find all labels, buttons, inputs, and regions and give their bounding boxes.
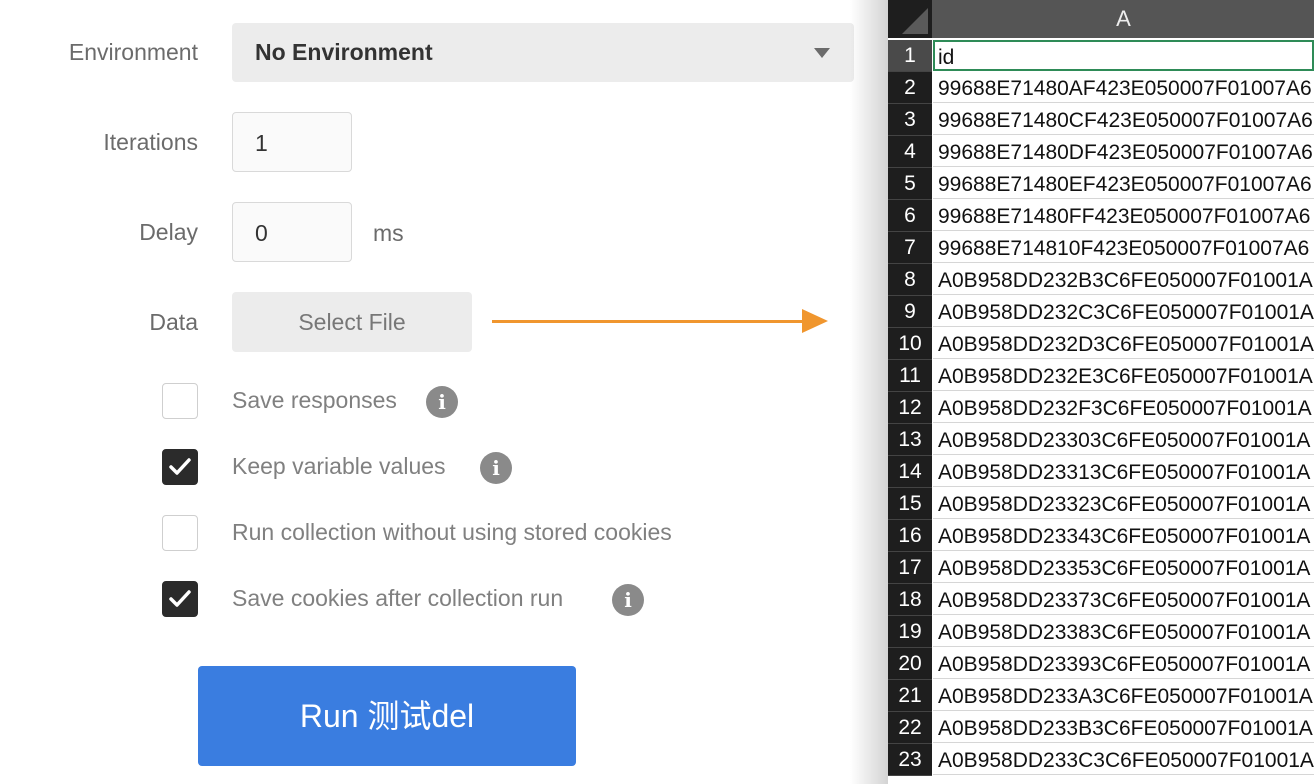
- row-number[interactable]: 16: [888, 520, 932, 552]
- sheet-cell[interactable]: A0B958DD23393C6FE050007F01001A: [933, 648, 1314, 679]
- arrow-right-icon: [802, 309, 828, 333]
- row-number[interactable]: 17: [888, 552, 932, 584]
- option-label: Keep variable values: [232, 453, 446, 479]
- sheet-cell[interactable]: 99688E71480FF423E050007F01007A6: [933, 200, 1314, 231]
- checkmark-icon: [169, 590, 191, 607]
- environment-value: No Environment: [255, 39, 433, 65]
- row-number[interactable]: 21: [888, 680, 932, 712]
- sheet-cell[interactable]: A0B958DD23313C6FE050007F01001A: [933, 456, 1314, 487]
- option-checkbox[interactable]: [162, 515, 198, 551]
- sheet-cell[interactable]: 99688E71480CF423E050007F01007A6: [933, 104, 1314, 135]
- info-icon[interactable]: i: [612, 584, 644, 616]
- info-icon[interactable]: i: [426, 386, 458, 418]
- sheet-cell[interactable]: id: [933, 40, 1314, 71]
- sheet-cell[interactable]: A0B958DD23373C6FE050007F01001A: [933, 584, 1314, 615]
- delay-unit: ms: [373, 220, 404, 246]
- delay-input[interactable]: 0: [232, 202, 352, 262]
- sheet-shadow: [850, 0, 890, 784]
- column-header-a[interactable]: A: [933, 0, 1314, 38]
- row-number[interactable]: 19: [888, 616, 932, 648]
- row-number[interactable]: 1: [888, 40, 932, 72]
- checkmark-icon: [169, 458, 191, 475]
- sheet-cell[interactable]: A0B958DD232C3C6FE050007F01001A: [933, 296, 1314, 327]
- option-label: Save cookies after collection run: [232, 585, 564, 611]
- row-number[interactable]: 8: [888, 264, 932, 296]
- select-file-button[interactable]: Select File: [232, 292, 472, 352]
- row-number[interactable]: 14: [888, 456, 932, 488]
- sheet-cell[interactable]: A0B958DD233A3C6FE050007F01001A: [933, 680, 1314, 711]
- sheet-cell[interactable]: A0B958DD23343C6FE050007F01001A: [933, 520, 1314, 551]
- delay-label: Delay: [139, 219, 198, 245]
- sheet-cell[interactable]: 99688E71480DF423E050007F01007A6: [933, 136, 1314, 167]
- row-number[interactable]: 5: [888, 168, 932, 200]
- sheet-cell[interactable]: 99688E71480AF423E050007F01007A6: [933, 72, 1314, 103]
- sheet-cell[interactable]: A0B958DD232E3C6FE050007F01001A: [933, 360, 1314, 391]
- row-number[interactable]: 23: [888, 744, 932, 776]
- sheet-cell[interactable]: 99688E714810F423E050007F01007A6: [933, 232, 1314, 263]
- row-number[interactable]: 13: [888, 424, 932, 456]
- row-number[interactable]: 22: [888, 712, 932, 744]
- sheet-cell[interactable]: A0B958DD232B3C6FE050007F01001A: [933, 264, 1314, 295]
- environment-label: Environment: [68, 39, 198, 65]
- collection-runner-panel: Environment No Environment Iterations 1 …: [0, 0, 888, 784]
- row-number[interactable]: 7: [888, 232, 932, 264]
- run-button[interactable]: Run 测试del: [198, 666, 576, 766]
- row-number[interactable]: 3: [888, 104, 932, 136]
- row-number[interactable]: 6: [888, 200, 932, 232]
- sheet-cell[interactable]: A0B958DD23353C6FE050007F01001A: [933, 552, 1314, 583]
- info-icon[interactable]: i: [480, 452, 512, 484]
- row-number[interactable]: 20: [888, 648, 932, 680]
- select-all-icon: [902, 8, 928, 34]
- option-label: Run collection without using stored cook…: [232, 519, 672, 545]
- sheet-cell[interactable]: A0B958DD23323C6FE050007F01001A: [933, 488, 1314, 519]
- row-number[interactable]: 9: [888, 296, 932, 328]
- data-label: Data: [149, 309, 198, 335]
- option-checkbox[interactable]: [162, 581, 198, 617]
- sheet-cell[interactable]: A0B958DD232D3C6FE050007F01001A: [933, 328, 1314, 359]
- row-number[interactable]: 11: [888, 360, 932, 392]
- environment-select[interactable]: No Environment: [232, 23, 854, 82]
- option-label: Save responses: [232, 387, 397, 413]
- sheet-cell[interactable]: A0B958DD233C3C6FE050007F01001A: [933, 744, 1314, 775]
- sheet-cell[interactable]: 99688E71480EF423E050007F01007A6: [933, 168, 1314, 199]
- row-number[interactable]: 10: [888, 328, 932, 360]
- iterations-label: Iterations: [103, 129, 198, 155]
- sheet-cell[interactable]: A0B958DD23303C6FE050007F01001A: [933, 424, 1314, 455]
- dropdown-caret-icon: [814, 48, 830, 58]
- row-number[interactable]: 12: [888, 392, 932, 424]
- sheet-cell[interactable]: A0B958DD232F3C6FE050007F01001A: [933, 392, 1314, 423]
- sheet-cell[interactable]: A0B958DD233B3C6FE050007F01001A: [933, 712, 1314, 743]
- row-number[interactable]: 4: [888, 136, 932, 168]
- row-number[interactable]: 18: [888, 584, 932, 616]
- iterations-input[interactable]: 1: [232, 112, 352, 172]
- row-number[interactable]: 15: [888, 488, 932, 520]
- select-all-corner[interactable]: [888, 0, 933, 38]
- option-checkbox[interactable]: [162, 383, 198, 419]
- spreadsheet-window: A 1 id 2 99688E71480AF423E050007F01007A6 3 99…: [888, 0, 1314, 784]
- option-checkbox[interactable]: [162, 449, 198, 485]
- row-number[interactable]: 2: [888, 72, 932, 104]
- arrow-line: [492, 320, 802, 323]
- sheet-cell[interactable]: A0B958DD23383C6FE050007F01001A: [933, 616, 1314, 647]
